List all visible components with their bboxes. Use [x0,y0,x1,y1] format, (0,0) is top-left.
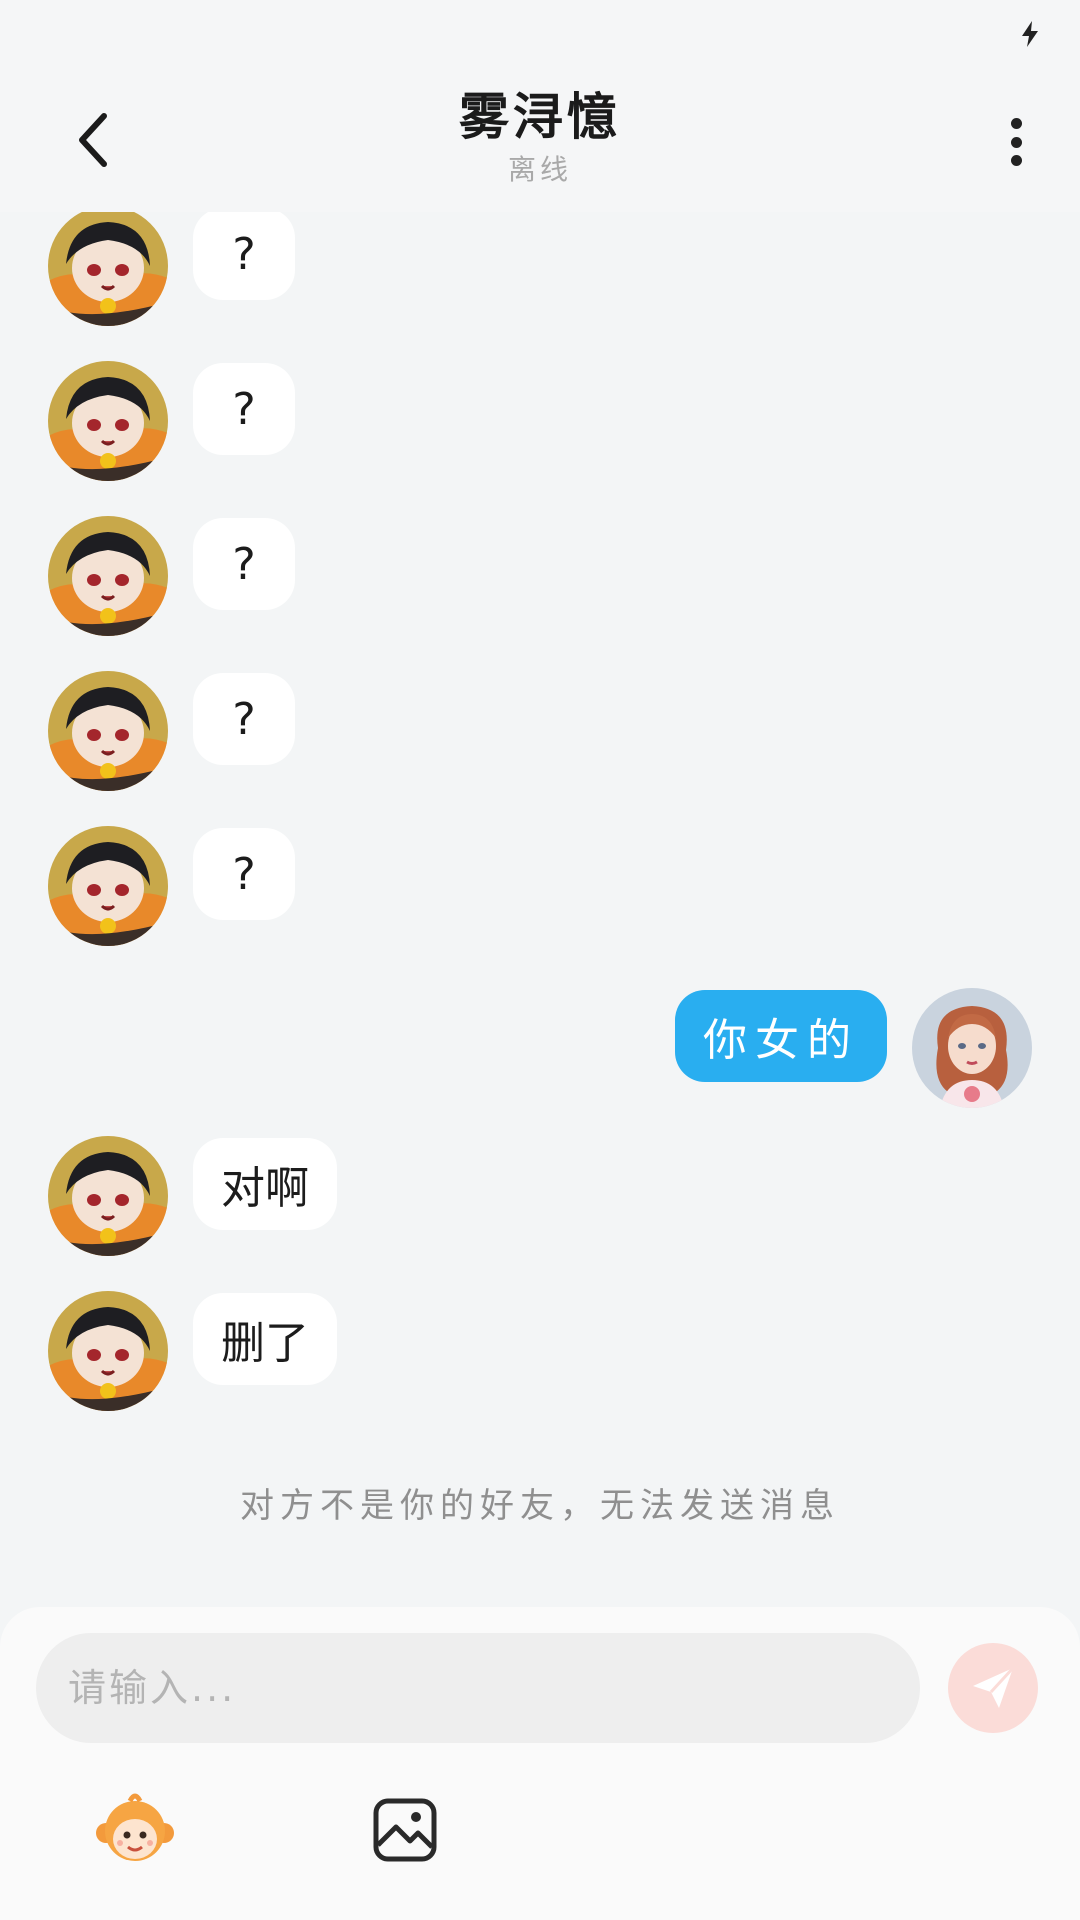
message-row: ? [0,212,1080,326]
contact-avatar[interactable] [48,1291,168,1411]
message-bubble[interactable]: ? [193,518,295,610]
avatar-illustration [48,361,168,481]
contact-avatar[interactable] [48,671,168,791]
my-avatar[interactable] [912,988,1032,1108]
avatar-illustration [48,516,168,636]
message-bubble[interactable]: 对啊 [193,1138,337,1230]
message-bubble[interactable]: ? [193,673,295,765]
composer-panel [0,1607,1080,1920]
contact-avatar[interactable] [48,361,168,481]
title-block: 雾浔憶 离线 [0,86,1080,190]
send-button[interactable] [948,1643,1038,1733]
more-dot [1010,136,1022,148]
avatar-illustration [912,988,1032,1108]
avatar-illustration [48,826,168,946]
online-status: 离线 [507,153,572,186]
message-row: ? [0,826,1080,946]
avatar-illustration [48,671,168,791]
monkey-sticker-icon [96,1793,174,1861]
image-button[interactable] [362,1787,448,1873]
charging-icon [1022,21,1038,47]
message-row: 删了 [0,1291,1080,1411]
avatar-illustration [48,1291,168,1411]
contact-avatar[interactable] [48,1136,168,1256]
message-bubble[interactable]: ? [193,828,295,920]
message-bubble[interactable]: ? [193,363,295,455]
system-notice: 对方不是你的好友，无法发送消息 [240,1486,840,1526]
message-row: 对啊 [0,1136,1080,1256]
message-bubble[interactable]: 删了 [193,1293,337,1385]
contact-name: 雾浔憶 [459,88,621,146]
message-row: 你女的 [0,988,1080,1108]
more-vertical-icon [1010,118,1022,129]
status-bar [0,0,1080,70]
message-input[interactable] [36,1633,920,1743]
more-options-button[interactable] [996,110,1036,174]
message-row: ? [0,671,1080,791]
avatar-illustration [48,212,168,326]
avatar-illustration [48,1136,168,1256]
paper-plane-icon [973,1666,1015,1708]
contact-avatar[interactable] [48,826,168,946]
more-dot [1010,155,1022,166]
message-bubble-sent[interactable]: 你女的 [675,990,887,1082]
message-list[interactable]: ? ? ? ? ? 你女的 对啊 删了 [0,212,1080,1607]
message-bubble[interactable]: ? [193,212,295,300]
contact-avatar[interactable] [48,516,168,636]
message-row: ? [0,361,1080,481]
message-row: ? [0,516,1080,636]
sticker-button[interactable] [92,1787,178,1873]
contact-avatar[interactable] [48,212,168,326]
chat-header: 雾浔憶 离线 [0,70,1080,212]
image-icon [373,1798,437,1862]
